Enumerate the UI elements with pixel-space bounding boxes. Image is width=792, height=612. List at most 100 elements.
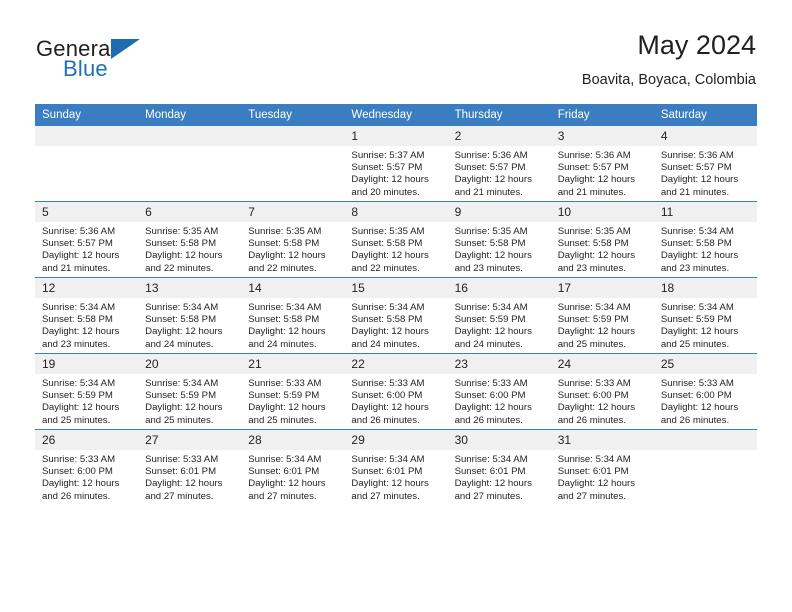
- calendar-day-cell[interactable]: 2 Sunrise: 5:36 AM Sunset: 5:57 PM Daylight…: [447, 126, 551, 202]
- day-details: Sunrise: 5:34 AM Sunset: 5:59 PM Daylight:…: [448, 298, 551, 351]
- calendar-body: 1 Sunrise: 5:37 AM Sunset: 5:57 PM Daylight…: [35, 126, 757, 505]
- day-detail-line: Sunrise: 5:33 AM: [660, 378, 734, 389]
- day-number: 11: [653, 202, 757, 222]
- day-detail-line: Daylight: 12 hours: [454, 250, 532, 262]
- calendar-day-cell[interactable]: 22 Sunrise: 5:33 AM Sunset: 6:00 PM Dayligh…: [344, 353, 448, 430]
- calendar-day-cell[interactable]: 18 Sunrise: 5:34 AM Sunset: 5:59 PM Dayligh…: [653, 277, 757, 354]
- day-details: Sunrise: 5:34 AM Sunset: 5:58 PM Daylight:…: [138, 298, 241, 351]
- day-detail-line: Daylight: 12 hours: [660, 250, 739, 262]
- day-details: Sunrise: 5:34 AM Sunset: 6:01 PM Daylight:…: [241, 450, 344, 503]
- day-number: 24: [550, 354, 654, 374]
- day-details: Sunrise: 5:37 AM Sunset: 5:57 PM Daylight:…: [344, 146, 447, 199]
- calendar-day-cell[interactable]: 17 Sunrise: 5:34 AM Sunset: 5:59 PM Dayligh…: [550, 277, 654, 354]
- day-details: Sunrise: 5:33 AM Sunset: 6:00 PM Daylight:…: [551, 374, 654, 427]
- calendar-day-cell[interactable]: 23 Sunrise: 5:33 AM Sunset: 6:00 PM Dayligh…: [447, 353, 551, 430]
- calendar-day-cell[interactable]: 8 Sunrise: 5:35 AM Sunset: 5:58 PM Daylight…: [344, 201, 448, 278]
- day-detail-line: Sunrise: 5:33 AM: [454, 378, 528, 389]
- calendar-day-cell[interactable]: 30 Sunrise: 5:34 AM Sunset: 6:01 PM Dayligh…: [447, 429, 551, 505]
- weekday-header-cell: Friday: [550, 104, 654, 126]
- day-number: 28: [241, 430, 345, 450]
- day-detail-line: Sunset: 5:59 PM: [557, 314, 629, 326]
- day-number: 3: [550, 126, 654, 146]
- day-detail-line: and 23 minutes.: [557, 262, 626, 274]
- day-detail-line: and 21 minutes.: [42, 262, 111, 274]
- day-details: Sunrise: 5:33 AM Sunset: 6:00 PM Daylight:…: [654, 374, 757, 427]
- day-detail-line: and 26 minutes.: [557, 414, 626, 426]
- location-subtitle: Boavita, Boyaca, Colombia: [581, 72, 756, 89]
- day-detail-line: Sunset: 5:57 PM: [557, 162, 629, 174]
- calendar-day-cell[interactable]: 16 Sunrise: 5:34 AM Sunset: 5:59 PM Dayligh…: [447, 277, 551, 354]
- day-detail-line: and 25 minutes.: [660, 338, 730, 350]
- calendar-day-cell[interactable]: 19 Sunrise: 5:34 AM Sunset: 5:59 PM Dayligh…: [35, 353, 139, 430]
- calendar-day-cell[interactable]: 10 Sunrise: 5:35 AM Sunset: 5:58 PM Dayligh…: [550, 201, 654, 278]
- day-detail-line: Sunrise: 5:34 AM: [145, 378, 219, 389]
- day-detail-line: and 23 minutes.: [660, 262, 730, 274]
- calendar-header-row: Sunday Monday Tuesday Wednesday Thursday Frid…: [35, 104, 757, 126]
- day-detail-line: Sunrise: 5:36 AM: [660, 150, 734, 161]
- day-detail-line: Daylight: 12 hours: [42, 402, 120, 414]
- calendar-day-cell[interactable]: 6 Sunrise: 5:35 AM Sunset: 5:58 PM Daylight…: [138, 201, 242, 278]
- day-number: [138, 126, 242, 146]
- weekday-header-cell: Saturday: [653, 104, 757, 126]
- calendar-day-cell[interactable]: 21 Sunrise: 5:33 AM Sunset: 5:59 PM Dayligh…: [241, 353, 345, 430]
- calendar-page: General Blue May 2024 Boavita, Boyaca, C…: [0, 0, 792, 612]
- day-detail-line: Sunset: 6:00 PM: [351, 390, 423, 402]
- day-detail-line: Daylight: 12 hours: [351, 478, 429, 490]
- day-number: 9: [447, 202, 551, 222]
- day-number: 12: [35, 278, 139, 298]
- calendar-day-cell[interactable]: 12 Sunrise: 5:34 AM Sunset: 5:58 PM Dayligh…: [35, 277, 139, 354]
- calendar-day-cell[interactable]: 13 Sunrise: 5:34 AM Sunset: 5:58 PM Dayligh…: [138, 277, 242, 354]
- day-detail-line: Sunset: 6:00 PM: [660, 390, 732, 402]
- calendar-day-cell[interactable]: 20 Sunrise: 5:34 AM Sunset: 5:59 PM Dayligh…: [138, 353, 242, 430]
- day-detail-line: Sunrise: 5:33 AM: [351, 378, 425, 389]
- day-detail-line: Sunrise: 5:34 AM: [351, 454, 425, 465]
- calendar-day-cell[interactable]: 5 Sunrise: 5:36 AM Sunset: 5:57 PM Daylight…: [35, 201, 139, 278]
- day-detail-line: Daylight: 12 hours: [42, 326, 120, 338]
- calendar-day-cell[interactable]: 7 Sunrise: 5:35 AM Sunset: 5:58 PM Daylight…: [241, 201, 345, 278]
- day-number: 31: [550, 430, 654, 450]
- day-detail-line: Sunset: 6:00 PM: [454, 390, 526, 402]
- day-detail-line: and 21 minutes.: [454, 186, 523, 198]
- calendar-day-cell[interactable]: 1 Sunrise: 5:37 AM Sunset: 5:57 PM Daylight…: [344, 126, 448, 202]
- day-details: Sunrise: 5:34 AM Sunset: 5:59 PM Daylight:…: [138, 374, 241, 427]
- day-detail-line: Sunrise: 5:35 AM: [557, 226, 631, 237]
- day-detail-line: Sunrise: 5:34 AM: [42, 378, 116, 389]
- calendar-day-cell[interactable]: 15 Sunrise: 5:34 AM Sunset: 5:58 PM Dayligh…: [344, 277, 448, 354]
- calendar-day-cell[interactable]: 3 Sunrise: 5:36 AM Sunset: 5:57 PM Daylight…: [550, 126, 654, 202]
- day-details: Sunrise: 5:36 AM Sunset: 5:57 PM Daylight:…: [448, 146, 551, 199]
- weekday-header-cell: Wednesday: [344, 104, 448, 126]
- day-detail-line: Sunrise: 5:34 AM: [660, 302, 734, 313]
- day-detail-line: Sunset: 5:57 PM: [660, 162, 732, 174]
- calendar-day-cell[interactable]: 29 Sunrise: 5:34 AM Sunset: 6:01 PM Dayligh…: [344, 429, 448, 505]
- day-detail-line: Daylight: 12 hours: [248, 478, 326, 490]
- calendar-day-cell[interactable]: 11 Sunrise: 5:34 AM Sunset: 5:58 PM Dayligh…: [653, 201, 757, 278]
- day-detail-line: Sunrise: 5:33 AM: [42, 454, 116, 465]
- day-detail-line: and 24 minutes.: [351, 338, 420, 350]
- day-number: 14: [241, 278, 345, 298]
- day-detail-line: and 20 minutes.: [351, 186, 420, 198]
- day-detail-line: Sunset: 6:01 PM: [145, 466, 217, 478]
- calendar-day-cell[interactable]: 27 Sunrise: 5:33 AM Sunset: 6:01 PM Dayligh…: [138, 429, 242, 505]
- day-detail-line: Daylight: 12 hours: [351, 250, 429, 262]
- calendar-day-cell[interactable]: 9 Sunrise: 5:35 AM Sunset: 5:58 PM Daylight…: [447, 201, 551, 278]
- day-detail-line: Sunrise: 5:34 AM: [42, 302, 116, 313]
- day-detail-line: and 25 minutes.: [145, 414, 214, 426]
- day-detail-line: Sunrise: 5:34 AM: [145, 302, 219, 313]
- day-detail-line: Sunrise: 5:35 AM: [454, 226, 528, 237]
- day-detail-line: Sunset: 6:01 PM: [248, 466, 320, 478]
- day-details: Sunrise: 5:34 AM Sunset: 5:58 PM Daylight:…: [654, 222, 757, 275]
- day-details: Sunrise: 5:34 AM Sunset: 5:58 PM Daylight:…: [344, 298, 447, 351]
- calendar-day-cell[interactable]: 14 Sunrise: 5:34 AM Sunset: 5:58 PM Dayligh…: [241, 277, 345, 354]
- day-detail-line: Sunset: 6:01 PM: [351, 466, 423, 478]
- day-detail-line: Sunrise: 5:33 AM: [145, 454, 219, 465]
- calendar-day-cell[interactable]: 25 Sunrise: 5:33 AM Sunset: 6:00 PM Dayligh…: [653, 353, 757, 430]
- calendar-day-cell[interactable]: 4 Sunrise: 5:36 AM Sunset: 5:57 PM Daylight…: [653, 126, 757, 202]
- calendar-day-cell[interactable]: 24 Sunrise: 5:33 AM Sunset: 6:00 PM Dayligh…: [550, 353, 654, 430]
- calendar-day-cell[interactable]: 31 Sunrise: 5:34 AM Sunset: 6:01 PM Dayligh…: [550, 429, 654, 505]
- calendar-day-cell[interactable]: 26 Sunrise: 5:33 AM Sunset: 6:00 PM Dayligh…: [35, 429, 139, 505]
- calendar-day-cell[interactable]: 28 Sunrise: 5:34 AM Sunset: 6:01 PM Dayligh…: [241, 429, 345, 505]
- day-detail-line: Sunset: 5:58 PM: [454, 238, 526, 250]
- day-detail-line: Daylight: 12 hours: [454, 478, 532, 490]
- day-detail-line: Sunrise: 5:37 AM: [351, 150, 425, 161]
- day-details: Sunrise: 5:35 AM Sunset: 5:58 PM Daylight:…: [551, 222, 654, 275]
